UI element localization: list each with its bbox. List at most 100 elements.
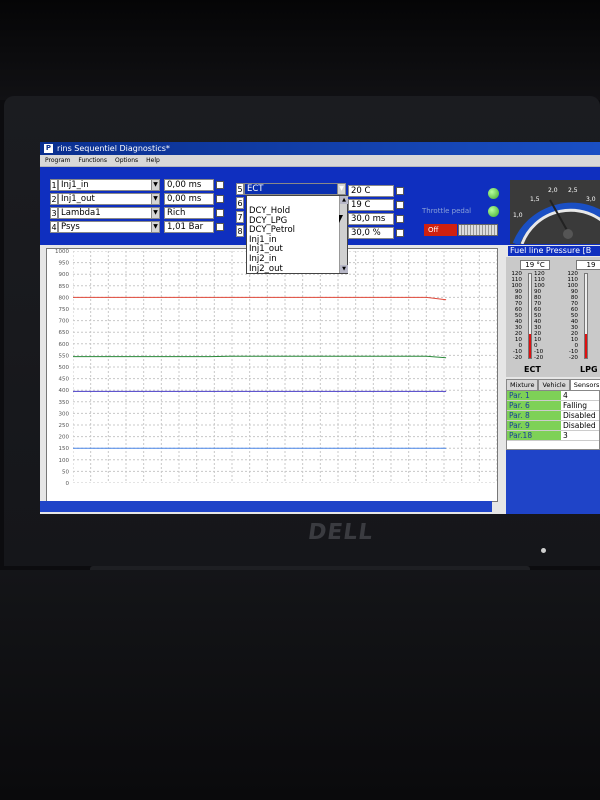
slot-value: 0,00 ms [164, 179, 214, 191]
slot-checkbox[interactable] [396, 201, 404, 209]
channel-select[interactable]: Inj1_in ▼ [58, 179, 160, 191]
slot-checkbox[interactable] [216, 195, 224, 203]
power-led-icon [541, 548, 546, 553]
y-tick-label: 250 [59, 423, 70, 429]
y-tick-label: 450 [59, 377, 70, 383]
scroll-up-icon[interactable]: ▲ [340, 196, 348, 204]
param-key: Par. 6 [507, 401, 561, 410]
param-value: Falling [563, 401, 587, 410]
gauge-tick: 1,5 [530, 196, 540, 203]
y-tick-label: 850 [59, 284, 70, 290]
side-panel-background [506, 450, 600, 514]
y-tick-label: 50 [62, 469, 69, 475]
lpg-scale-left: 120 110 100 90 80 70 60 50 40 30 20 10 0 -10 -20 [564, 271, 578, 361]
table-row[interactable]: Par. 6 Falling [507, 401, 599, 411]
slot-number: 1 [50, 179, 58, 191]
param-key: Par. 9 [507, 421, 561, 430]
table-row[interactable]: Par. 9 Disabled [507, 421, 599, 431]
channel-select-open[interactable]: ECT ▼ [244, 183, 346, 195]
channel-select[interactable]: Lambda1 ▼ [58, 207, 160, 219]
y-tick-label: 900 [59, 272, 70, 278]
status-led-icon [488, 188, 499, 199]
slot-checkbox[interactable] [216, 209, 224, 217]
mode-slider[interactable] [458, 224, 498, 236]
table-row[interactable]: Par.18 3 [507, 431, 599, 441]
pressure-gauge: 1,0 1,5 2,0 2,5 3,0 [510, 180, 600, 244]
chart-plot [73, 251, 497, 483]
tab-vehicle[interactable]: Vehicle [538, 379, 570, 390]
y-tick-label: 350 [59, 400, 70, 406]
ect-tube [528, 273, 532, 359]
table-row[interactable]: Par. 14 [507, 391, 599, 401]
app-icon: P [44, 144, 53, 153]
ect-scale-left: 120 110 100 90 80 70 60 50 40 30 20 10 0 -10 -20 [508, 271, 522, 361]
dropdown-option[interactable]: Inj2_out [247, 264, 347, 275]
menu-program[interactable]: Program [45, 157, 70, 164]
y-tick-label: 500 [59, 365, 70, 371]
x-axis-strip [40, 501, 492, 512]
slot-checkbox[interactable] [216, 181, 224, 189]
param-key: Par. 8 [507, 411, 561, 420]
chevron-down-icon[interactable]: ▼ [151, 180, 159, 190]
parameter-table: Par. 14 Par. 6 Falling Par. 8 Disabled Par… [506, 390, 600, 450]
slot-1: 1 Inj1_in ▼ [50, 179, 160, 191]
table-row[interactable]: Par. 8 Disabled [507, 411, 599, 421]
param-key: Par. 1 [507, 391, 561, 400]
lpg-label: LPG [580, 365, 598, 374]
slot-3: 3 Lambda1 ▼ [50, 207, 160, 219]
slot-number: 2 [50, 193, 58, 205]
y-tick-label: 150 [59, 446, 70, 452]
thermometer-panel: 19 °C 120 110 100 90 80 70 60 50 40 30 20 10 0 -10 -20… [506, 257, 600, 377]
slot-number: 7 [236, 211, 244, 223]
series-line [73, 355, 447, 359]
channel-dropdown-list: DCY_Hold DCY_LPG DCY_Petrol Inj1_in Inj1… [246, 195, 348, 274]
slot-checkbox[interactable] [216, 223, 224, 231]
slot-checkbox[interactable] [396, 187, 404, 195]
scale-tick-label: -20 [512, 355, 522, 361]
channel-select-value: Lambda1 [61, 208, 101, 218]
slot-4: 4 Psys ▼ [50, 221, 160, 233]
y-tick-label: 950 [59, 261, 70, 267]
chevron-down-icon[interactable]: ▼ [337, 184, 345, 194]
y-tick-label: 400 [59, 388, 70, 394]
slot-number: 3 [50, 207, 58, 219]
channel-select-value: Psys [61, 222, 80, 232]
chevron-down-icon[interactable]: ▼ [151, 208, 159, 218]
slot-value: 1,01 Bar [164, 221, 214, 233]
slot-value: 0,00 ms [164, 193, 214, 205]
menu-bar: Program Functions Options Help [40, 155, 600, 167]
menu-help[interactable]: Help [146, 157, 160, 164]
slot-value: 30,0 ms [348, 213, 394, 225]
channel-select[interactable]: Inj1_out ▼ [58, 193, 160, 205]
y-tick-label: 800 [59, 295, 70, 301]
lpg-reading: 19 [576, 260, 600, 270]
menu-functions[interactable]: Functions [78, 157, 107, 164]
tab-sensors[interactable]: Sensors [569, 379, 600, 390]
throttle-label: Throttle pedal [422, 207, 472, 215]
off-button[interactable]: Off [424, 224, 457, 236]
scale-tick-label: -20 [534, 355, 544, 361]
slot-value: 20 C [348, 185, 394, 197]
scroll-down-icon[interactable]: ▼ [340, 265, 348, 273]
gauge-tick: 1,0 [513, 212, 523, 219]
dropdown-scrollbar[interactable]: ▲ ▼ [339, 196, 348, 273]
mouse-cursor-icon [339, 215, 347, 223]
slot-checkbox[interactable] [396, 229, 404, 237]
ect-scale-right: 120 110 100 90 80 70 60 50 40 30 20 10 0 -10 -20 [534, 271, 548, 361]
laptop-keyboard [0, 570, 600, 800]
series-line [73, 296, 447, 301]
slot-checkbox[interactable] [396, 215, 404, 223]
chevron-down-icon[interactable]: ▼ [151, 222, 159, 232]
tab-bar: Mixture Vehicle Sensors [506, 379, 600, 390]
y-tick-label: 700 [59, 319, 70, 325]
slot-value: Rich [164, 207, 214, 219]
channel-select[interactable]: Psys ▼ [58, 221, 160, 233]
chevron-down-icon[interactable]: ▼ [151, 194, 159, 204]
tab-mixture[interactable]: Mixture [506, 379, 539, 390]
gauge-tick: 3,0 [586, 196, 596, 203]
y-tick-label: 1000 [55, 249, 69, 255]
lpg-level [585, 333, 587, 358]
menu-options[interactable]: Options [115, 157, 138, 164]
slot-number: 4 [50, 221, 58, 233]
param-value: 3 [563, 431, 568, 440]
